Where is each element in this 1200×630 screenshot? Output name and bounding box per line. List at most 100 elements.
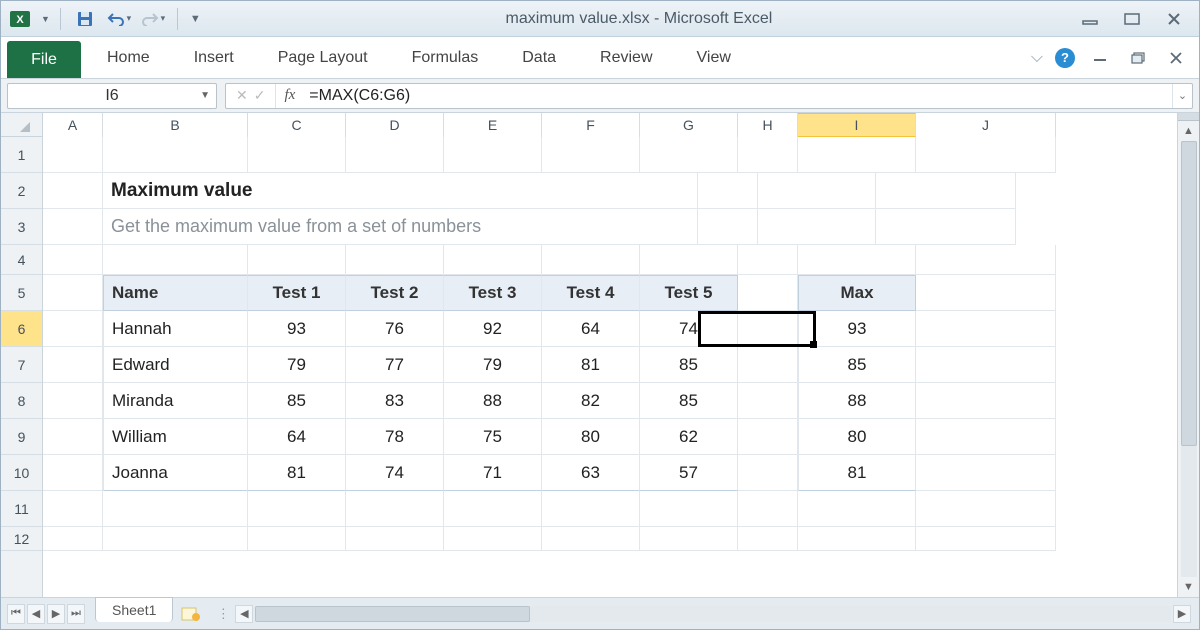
table-cell: 63 xyxy=(542,455,640,491)
tab-page-layout[interactable]: Page Layout xyxy=(256,37,390,78)
file-tab[interactable]: File xyxy=(7,41,81,78)
table-cell: 77 xyxy=(346,347,444,383)
row-header[interactable]: 9 xyxy=(1,419,42,455)
table-cell: Miranda xyxy=(103,383,248,419)
minimize-button[interactable] xyxy=(1077,10,1103,28)
tab-formulas[interactable]: Formulas xyxy=(390,37,501,78)
col-header[interactable]: J xyxy=(916,113,1056,137)
sheet-nav-prev-icon[interactable]: ◀ xyxy=(27,604,45,624)
enter-formula-icon[interactable]: ✓ xyxy=(254,87,266,104)
name-box[interactable]: I6 ▼ xyxy=(7,83,217,109)
help-icon[interactable]: ? xyxy=(1055,48,1075,68)
ribbon-minimize-icon[interactable]: ⌵ xyxy=(1031,49,1043,67)
cancel-formula-icon[interactable]: ✕ xyxy=(236,87,248,104)
workbook-minimize-button[interactable] xyxy=(1087,49,1113,67)
row-header[interactable]: 3 xyxy=(1,209,42,245)
table-cell: 82 xyxy=(542,383,640,419)
tab-home[interactable]: Home xyxy=(85,37,172,78)
table-cell: 64 xyxy=(542,311,640,347)
col-header[interactable]: F xyxy=(542,113,640,137)
workbook-restore-button[interactable] xyxy=(1125,49,1151,67)
col-header[interactable]: E xyxy=(444,113,542,137)
maximize-button[interactable] xyxy=(1119,10,1145,28)
tab-insert[interactable]: Insert xyxy=(172,37,256,78)
table-header: Name xyxy=(103,275,248,311)
table-header: Test 4 xyxy=(542,275,640,311)
col-header[interactable]: H xyxy=(738,113,798,137)
tab-review[interactable]: Review xyxy=(578,37,674,78)
table-header: Test 3 xyxy=(444,275,542,311)
tab-data[interactable]: Data xyxy=(500,37,578,78)
row-header[interactable]: 12 xyxy=(1,527,42,551)
col-header-selected[interactable]: I xyxy=(798,113,916,137)
split-handle[interactable] xyxy=(1178,113,1199,121)
hscroll-thumb[interactable] xyxy=(255,606,530,622)
save-button[interactable] xyxy=(71,7,99,31)
table-cell: 74 xyxy=(346,455,444,491)
close-button[interactable] xyxy=(1161,10,1187,28)
qat-customize-icon[interactable]: ▼ xyxy=(190,13,201,25)
table-header: Test 5 xyxy=(640,275,738,311)
row-header[interactable]: 1 xyxy=(1,137,42,173)
row-header[interactable]: 8 xyxy=(1,383,42,419)
statusbar: ⏮ ◀ ▶ ⏭ Sheet1 ⋮ ◀ ▶ xyxy=(1,597,1199,629)
table-cell: 79 xyxy=(248,347,346,383)
table-cell: 78 xyxy=(346,419,444,455)
table-cell: 93 xyxy=(248,311,346,347)
redo-button[interactable]: ▾ xyxy=(139,7,167,31)
scroll-up-icon[interactable]: ▲ xyxy=(1178,121,1199,141)
row-header-selected[interactable]: 6 xyxy=(1,311,42,347)
sheet-subheading: Get the maximum value from a set of numb… xyxy=(103,209,698,245)
row-header[interactable]: 4 xyxy=(1,245,42,275)
row-headers: 1 2 3 4 5 6 7 8 9 10 11 12 xyxy=(1,137,43,597)
logo-dropdown-icon[interactable]: ▼ xyxy=(41,14,50,24)
col-header[interactable]: B xyxy=(103,113,248,137)
row-header[interactable]: 7 xyxy=(1,347,42,383)
titlebar: X ▼ ▾ ▾ ▼ maximum value.xlsx - Microsoft… xyxy=(1,1,1199,37)
table-cell: 85 xyxy=(640,383,738,419)
scroll-right-icon[interactable]: ▶ xyxy=(1173,605,1191,623)
new-sheet-button[interactable] xyxy=(179,605,203,623)
table-cell: 62 xyxy=(640,419,738,455)
undo-button[interactable]: ▾ xyxy=(105,7,133,31)
row-header[interactable]: 5 xyxy=(1,275,42,311)
formula-bar: I6 ▼ ✕ ✓ fx =MAX(C6:G6) ⌄ xyxy=(1,79,1199,113)
table-header: Test 2 xyxy=(346,275,444,311)
row-header[interactable]: 2 xyxy=(1,173,42,209)
cells-grid[interactable]: Maximum value Get the maximum value from… xyxy=(43,137,1177,597)
col-header[interactable]: C xyxy=(248,113,346,137)
scroll-left-icon[interactable]: ◀ xyxy=(235,605,253,623)
sheet-nav-first-icon[interactable]: ⏮ xyxy=(7,604,25,624)
horizontal-scrollbar[interactable]: ⋮ ◀ ▶ xyxy=(211,605,1191,623)
table-cell: 75 xyxy=(444,419,542,455)
formula-input[interactable]: =MAX(C6:G6) xyxy=(303,87,1172,105)
vscroll-thumb[interactable] xyxy=(1181,141,1197,446)
row-header[interactable]: 11 xyxy=(1,491,42,527)
sheet-nav-last-icon[interactable]: ⏭ xyxy=(67,604,85,624)
vertical-scrollbar[interactable]: ▲ ▼ xyxy=(1177,113,1199,597)
expand-formula-bar-icon[interactable]: ⌄ xyxy=(1172,84,1192,108)
select-all-corner[interactable] xyxy=(1,113,43,137)
col-header[interactable]: D xyxy=(346,113,444,137)
table-cell: William xyxy=(103,419,248,455)
quick-access-toolbar: X ▼ ▾ ▾ ▼ xyxy=(7,6,201,32)
table-cell: 74 xyxy=(640,311,738,347)
max-cell: 85 xyxy=(798,347,916,383)
excel-logo-icon[interactable]: X xyxy=(7,6,33,32)
scroll-down-icon[interactable]: ▼ xyxy=(1178,577,1199,597)
tab-split-handle[interactable]: ⋮ xyxy=(211,606,235,622)
workbook-close-button[interactable] xyxy=(1163,49,1189,67)
sheet-tab[interactable]: Sheet1 xyxy=(95,597,173,622)
max-cell: 93 xyxy=(798,311,916,347)
tab-view[interactable]: View xyxy=(675,37,753,78)
window-title: maximum value.xlsx - Microsoft Excel xyxy=(201,10,1077,28)
fx-icon[interactable]: fx xyxy=(276,87,303,104)
col-header[interactable]: A xyxy=(43,113,103,137)
table-cell: Hannah xyxy=(103,311,248,347)
table-cell: 81 xyxy=(542,347,640,383)
table-cell: 80 xyxy=(542,419,640,455)
namebox-dropdown-icon[interactable]: ▼ xyxy=(200,90,210,101)
row-header[interactable]: 10 xyxy=(1,455,42,491)
col-header[interactable]: G xyxy=(640,113,738,137)
sheet-nav-next-icon[interactable]: ▶ xyxy=(47,604,65,624)
